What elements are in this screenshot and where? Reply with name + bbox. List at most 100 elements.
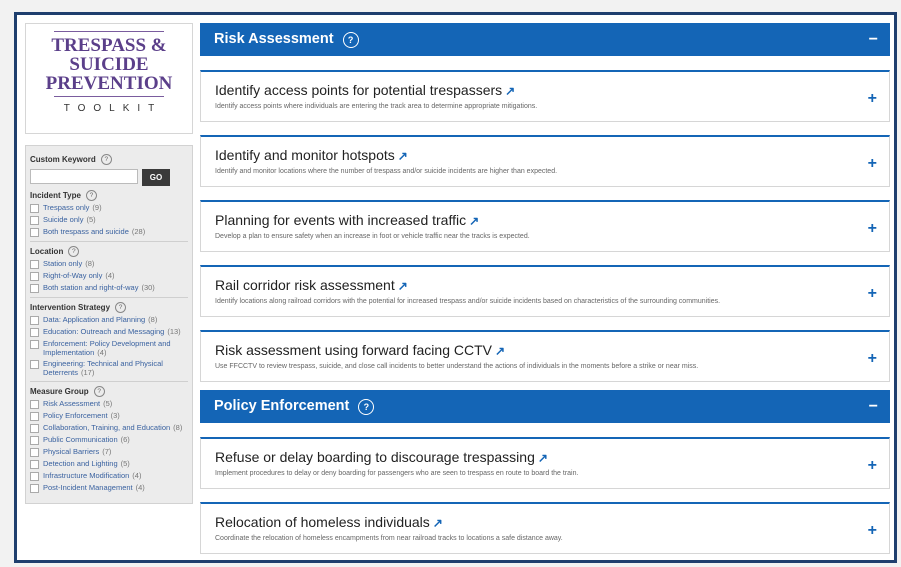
expand-icon[interactable]: + xyxy=(868,90,877,108)
checkbox[interactable] xyxy=(30,228,39,237)
help-icon[interactable]: ? xyxy=(100,154,112,165)
checkbox[interactable] xyxy=(30,340,39,349)
measure-title-link[interactable]: Risk assessment using forward facing CCT… xyxy=(215,342,492,358)
measure-title: Refuse or delay boarding to discourage t… xyxy=(215,449,849,466)
external-link-icon[interactable]: ↗ xyxy=(398,149,408,163)
expand-icon[interactable]: + xyxy=(868,457,877,475)
expand-icon[interactable]: + xyxy=(868,522,877,540)
filter-option-label[interactable]: Trespass only xyxy=(43,203,89,212)
filter-option[interactable]: Risk Assessment (5) xyxy=(30,399,188,409)
filter-option[interactable]: Physical Barriers (7) xyxy=(30,447,188,457)
checkbox[interactable] xyxy=(30,424,39,433)
filter-option-label[interactable]: Both trespass and suicide xyxy=(43,227,129,236)
measure-card[interactable]: Identify and monitor hotspots ↗ Identify a… xyxy=(200,135,890,187)
filter-option[interactable]: Both trespass and suicide (28) xyxy=(30,227,188,237)
filter-option-label[interactable]: Both station and right-of-way xyxy=(43,283,138,292)
checkbox[interactable] xyxy=(30,460,39,469)
filter-option-label[interactable]: Post-Incident Management xyxy=(43,483,133,492)
filter-option-label[interactable]: Collaboration, Training, and Education xyxy=(43,423,170,432)
filter-option[interactable]: Data: Application and Planning (8) xyxy=(30,315,188,325)
measure-card[interactable]: Planning for events with increased traff… xyxy=(200,200,890,252)
checkbox[interactable] xyxy=(30,412,39,421)
help-icon[interactable]: ? xyxy=(85,190,97,201)
filter-option-label[interactable]: Suicide only xyxy=(43,215,83,224)
group-header[interactable]: Risk Assessment? − xyxy=(200,23,890,56)
external-link-icon[interactable]: ↗ xyxy=(433,516,443,530)
measure-title-link[interactable]: Relocation of homeless individuals xyxy=(215,514,430,530)
filter-option-label[interactable]: Station only xyxy=(43,259,82,268)
filter-option[interactable]: Policy Enforcement (3) xyxy=(30,411,188,421)
filter-option[interactable]: Suicide only (5) xyxy=(30,215,188,225)
checkbox[interactable] xyxy=(30,472,39,481)
help-icon[interactable]: ? xyxy=(358,399,375,415)
toolkit-logo[interactable]: TRESPASS & SUICIDE PREVENTION TOOLKIT xyxy=(25,23,193,134)
filter-option-label[interactable]: Risk Assessment xyxy=(43,399,100,408)
expand-icon[interactable]: + xyxy=(868,220,877,238)
checkbox[interactable] xyxy=(30,260,39,269)
expand-icon[interactable]: + xyxy=(868,285,877,303)
filter-option[interactable]: Post-Incident Management (4) xyxy=(30,483,188,493)
collapse-icon[interactable]: − xyxy=(869,398,878,416)
external-link-icon[interactable]: ↗ xyxy=(495,344,505,358)
checkbox[interactable] xyxy=(30,484,39,493)
measure-title-link[interactable]: Identify and monitor hotspots xyxy=(215,147,395,163)
filter-option[interactable]: Detection and Lighting (5) xyxy=(30,459,188,469)
filter-option[interactable]: Engineering: Technical and Physical Dete… xyxy=(30,359,188,377)
external-link-icon[interactable]: ↗ xyxy=(538,451,548,465)
filter-option-label[interactable]: Detection and Lighting xyxy=(43,459,118,468)
checkbox[interactable] xyxy=(30,448,39,457)
filter-option[interactable]: Public Communication (6) xyxy=(30,435,188,445)
filter-option-text: Engineering: Technical and Physical Dete… xyxy=(43,359,188,377)
filter-option[interactable]: Collaboration, Training, and Education (8… xyxy=(30,423,188,433)
expand-icon[interactable]: + xyxy=(868,350,877,368)
filter-option[interactable]: Right-of-Way only (4) xyxy=(30,271,188,281)
checkbox[interactable] xyxy=(30,272,39,281)
checkbox[interactable] xyxy=(30,400,39,409)
external-link-icon[interactable]: ↗ xyxy=(505,84,515,98)
measure-card[interactable]: Identify access points for potential tre… xyxy=(200,70,890,122)
filter-option[interactable]: Station only (8) xyxy=(30,259,188,269)
help-icon[interactable]: ? xyxy=(342,32,359,48)
measure-title-link[interactable]: Identify access points for potential tre… xyxy=(215,82,502,98)
measure-title-link[interactable]: Planning for events with increased traff… xyxy=(215,212,466,228)
measure-card[interactable]: Relocation of homeless individuals ↗ Coord… xyxy=(200,502,890,554)
filter-option-label[interactable]: Infrastructure Modification xyxy=(43,471,129,480)
filter-option-label[interactable]: Policy Enforcement xyxy=(43,411,108,420)
filter-option[interactable]: Education: Outreach and Messaging (13) xyxy=(30,327,188,337)
filter-option-text: Policy Enforcement (3) xyxy=(43,411,120,420)
checkbox[interactable] xyxy=(30,316,39,325)
filter-heading: Incident Type? xyxy=(30,190,188,201)
expand-icon[interactable]: + xyxy=(868,155,877,173)
filter-option-label[interactable]: Education: Outreach and Messaging xyxy=(43,327,164,336)
external-link-icon[interactable]: ↗ xyxy=(469,214,479,228)
keyword-input[interactable] xyxy=(30,169,138,184)
filter-option[interactable]: Enforcement: Policy Development and Impl… xyxy=(30,339,188,357)
filter-option[interactable]: Infrastructure Modification (4) xyxy=(30,471,188,481)
measure-card[interactable]: Rail corridor risk assessment ↗ Identify l… xyxy=(200,265,890,317)
measure-title-link[interactable]: Rail corridor risk assessment xyxy=(215,277,395,293)
filter-option-label[interactable]: Data: Application and Planning xyxy=(43,315,145,324)
collapse-icon[interactable]: − xyxy=(869,31,878,49)
help-icon[interactable]: ? xyxy=(68,246,80,257)
checkbox[interactable] xyxy=(30,284,39,293)
checkbox[interactable] xyxy=(30,360,39,369)
filter-option[interactable]: Trespass only (9) xyxy=(30,203,188,213)
measure-card[interactable]: Risk assessment using forward facing CCT… xyxy=(200,330,890,382)
checkbox[interactable] xyxy=(30,216,39,225)
filter-option[interactable]: Both station and right-of-way (30) xyxy=(30,283,188,293)
external-link-icon[interactable]: ↗ xyxy=(398,279,408,293)
group-header[interactable]: Policy Enforcement? − xyxy=(200,390,890,423)
checkbox[interactable] xyxy=(30,328,39,337)
help-icon[interactable]: ? xyxy=(93,386,105,397)
filter-option-label[interactable]: Engineering: Technical and Physical Dete… xyxy=(43,359,163,377)
filter-option-label[interactable]: Physical Barriers xyxy=(43,447,99,456)
filter-option-label[interactable]: Public Communication xyxy=(43,435,118,444)
measure-title-link[interactable]: Refuse or delay boarding to discourage t… xyxy=(215,449,535,465)
help-icon[interactable]: ? xyxy=(115,302,127,313)
go-button[interactable]: GO xyxy=(142,169,170,186)
filter-option-label[interactable]: Enforcement: Policy Development and Impl… xyxy=(43,339,171,357)
checkbox[interactable] xyxy=(30,436,39,445)
checkbox[interactable] xyxy=(30,204,39,213)
filter-option-label[interactable]: Right-of-Way only xyxy=(43,271,102,280)
measure-card[interactable]: Refuse or delay boarding to discourage t… xyxy=(200,437,890,489)
